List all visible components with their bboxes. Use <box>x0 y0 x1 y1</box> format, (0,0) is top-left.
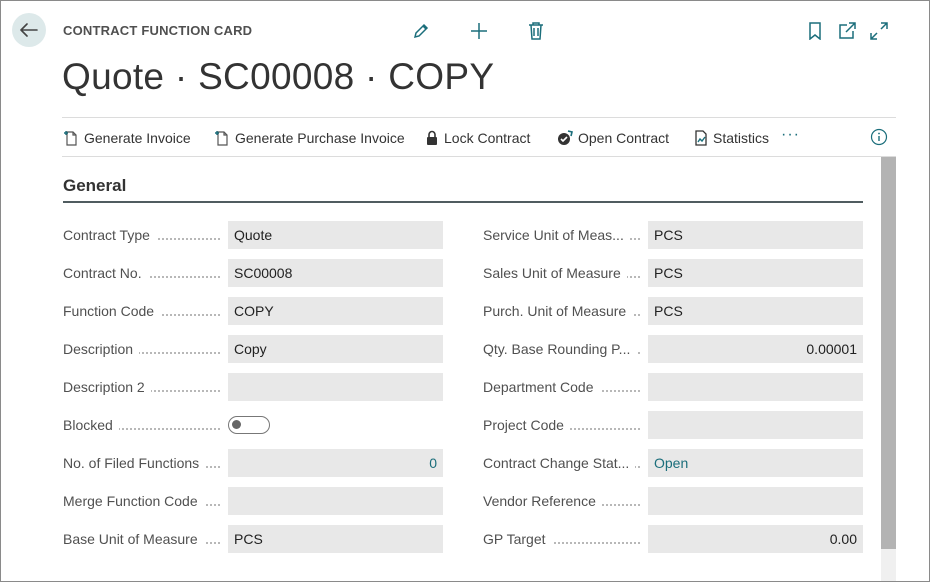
field-sales-unit-of-measure: Sales Unit of Measure PCS <box>483 259 863 287</box>
expand-icon <box>870 22 888 40</box>
new-document-icon <box>215 131 228 146</box>
sales-unit-of-measure-input[interactable]: PCS <box>648 259 863 287</box>
lock-contract-label: Lock Contract <box>444 130 531 146</box>
statistics-icon <box>695 130 707 146</box>
scrollbar-thumb[interactable] <box>881 157 896 549</box>
vendor-reference-input[interactable] <box>648 487 863 515</box>
project-code-input[interactable] <box>648 411 863 439</box>
field-blocked: Blocked <box>63 411 270 439</box>
field-label: Project Code <box>483 417 570 433</box>
field-label: Contract Change Stat... <box>483 455 636 471</box>
generate-purchase-invoice-action[interactable]: Generate Purchase Invoice <box>214 128 405 148</box>
new-button[interactable] <box>467 19 491 43</box>
field-label: Purch. Unit of Measure <box>483 303 633 319</box>
field-gp-target: GP Target 0.00 <box>483 525 863 553</box>
field-label: Merge Function Code <box>63 493 204 509</box>
no-of-filed-functions-link[interactable]: 0 <box>228 449 443 477</box>
expand-button[interactable] <box>867 19 891 43</box>
generate-purchase-invoice-label: Generate Purchase Invoice <box>235 130 405 146</box>
description-2-input[interactable] <box>228 373 443 401</box>
merge-function-code-input[interactable] <box>228 487 443 515</box>
toggle-knob <box>232 420 241 429</box>
back-button[interactable] <box>12 13 46 47</box>
section-divider <box>63 201 863 203</box>
field-label: Contract No. <box>63 265 148 281</box>
field-label: Qty. Base Rounding P... <box>483 341 637 357</box>
more-actions-button[interactable]: ··· <box>781 126 800 144</box>
field-contract-no: Contract No. SC00008 <box>63 259 443 287</box>
blocked-toggle[interactable] <box>228 416 270 434</box>
field-department-code: Department Code <box>483 373 863 401</box>
field-merge-function-code: Merge Function Code <box>63 487 443 515</box>
field-service-unit-of-measure: Service Unit of Meas... PCS <box>483 221 863 249</box>
add-icon <box>471 23 487 39</box>
field-label: Vendor Reference <box>483 493 602 509</box>
open-contract-action[interactable]: Open Contract <box>557 128 669 148</box>
bookmark-icon <box>809 22 821 40</box>
qty-base-rounding-precision-input[interactable]: 0.00001 <box>648 335 863 363</box>
statistics-label: Statistics <box>713 130 770 146</box>
field-vendor-reference: Vendor Reference <box>483 487 863 515</box>
field-label: Description <box>63 341 140 357</box>
generate-invoice-action[interactable]: Generate Invoice <box>63 128 191 148</box>
delete-icon <box>529 22 543 40</box>
field-description-2: Description 2 <box>63 373 443 401</box>
field-qty-base-rounding-precision: Qty. Base Rounding P... 0.00001 <box>483 335 863 363</box>
field-label: Service Unit of Meas... <box>483 227 630 243</box>
statistics-action[interactable]: Statistics <box>694 128 769 148</box>
lock-contract-action[interactable]: Lock Contract <box>425 128 530 148</box>
field-label: Blocked <box>63 417 119 433</box>
field-function-code: Function Code COPY <box>63 297 443 325</box>
field-label: GP Target <box>483 531 552 547</box>
edit-button[interactable] <box>409 19 433 43</box>
gp-target-input[interactable]: 0.00 <box>648 525 863 553</box>
delete-button[interactable] <box>524 19 548 43</box>
description-input[interactable]: Copy <box>228 335 443 363</box>
field-description: Description Copy <box>63 335 443 363</box>
field-label: Department Code <box>483 379 600 395</box>
open-contract-label: Open Contract <box>578 130 670 146</box>
arrow-left-icon <box>20 23 38 37</box>
field-contract-change-status: Contract Change Stat... Open <box>483 449 863 477</box>
field-project-code: Project Code <box>483 411 863 439</box>
contract-change-status-link[interactable]: Open <box>648 449 863 477</box>
field-purch-unit-of-measure: Purch. Unit of Measure PCS <box>483 297 863 325</box>
card-type-caption: CONTRACT FUNCTION CARD <box>63 23 253 38</box>
action-bar: Generate Invoice Generate Purchase Invoi… <box>62 117 896 157</box>
contract-no-input[interactable]: SC00008 <box>228 259 443 287</box>
contract-type-input[interactable]: Quote <box>228 221 443 249</box>
open-new-window-icon <box>839 22 856 39</box>
purch-unit-of-measure-input[interactable]: PCS <box>648 297 863 325</box>
field-contract-type: Contract Type Quote <box>63 221 443 249</box>
field-label: Contract Type <box>63 227 156 243</box>
open-contract-icon <box>558 130 573 145</box>
department-code-input[interactable] <box>648 373 863 401</box>
base-unit-of-measure-input[interactable]: PCS <box>228 525 443 553</box>
field-no-of-filed-functions: No. of Filed Functions 0 <box>63 449 443 477</box>
open-new-window-button[interactable] <box>835 19 859 43</box>
field-label: Function Code <box>63 303 161 319</box>
field-label: Description 2 <box>63 379 151 395</box>
contract-function-card-page: CONTRACT FUNCTION CARD Quote · SC00008 ·… <box>0 0 930 582</box>
service-unit-of-measure-input[interactable]: PCS <box>648 221 863 249</box>
field-label: Base Unit of Measure <box>63 531 204 547</box>
section-title-general: General <box>63 176 127 195</box>
field-base-unit-of-measure: Base Unit of Measure PCS <box>63 525 443 553</box>
page-title: Quote · SC00008 · COPY <box>62 56 495 97</box>
generate-invoice-label: Generate Invoice <box>84 130 191 146</box>
edit-icon <box>413 23 429 39</box>
new-document-icon <box>64 131 77 146</box>
lock-icon <box>427 130 437 145</box>
field-label: No. of Filed Functions <box>63 455 206 471</box>
info-icon[interactable] <box>870 128 888 146</box>
field-label: Sales Unit of Measure <box>483 265 627 281</box>
bookmark-button[interactable] <box>803 19 827 43</box>
function-code-input[interactable]: COPY <box>228 297 443 325</box>
